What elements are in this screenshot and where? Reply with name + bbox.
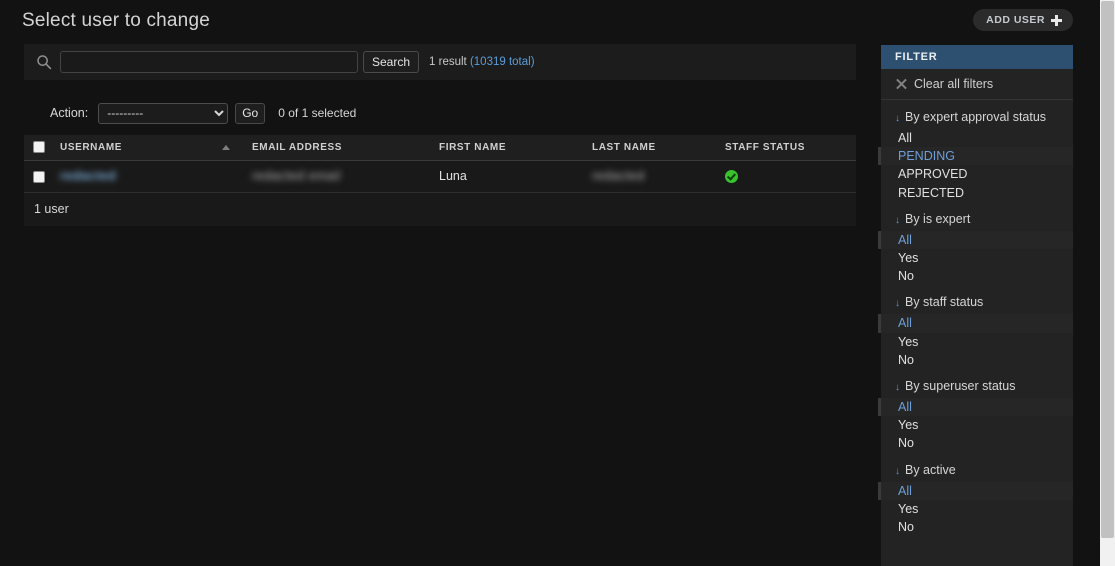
results-table-head: USERNAME EMAIL ADDRESS FIRST NAME LAST N… [24, 135, 856, 161]
column-label-email: EMAIL ADDRESS [252, 141, 343, 153]
filter-choice-all[interactable]: All [878, 398, 1073, 417]
check-circle-icon [725, 170, 738, 184]
filter-choice-list: All Yes No [878, 314, 1073, 369]
filter-group-title[interactable]: ↓ By superuser status [881, 379, 1073, 398]
filter-choice-yes[interactable]: Yes [878, 416, 1073, 434]
arrow-down-icon: ↓ [895, 214, 900, 226]
select-all-checkbox[interactable] [33, 141, 45, 154]
filter-sidebar: FILTER Clear all filters ↓ By expert app… [878, 45, 1073, 566]
column-label-last-name: LAST NAME [592, 141, 656, 153]
results-table-body: redacted redacted email Luna redacted [24, 160, 856, 193]
filter-choice-no[interactable]: No [878, 351, 1073, 369]
sort-ascending-icon[interactable] [222, 145, 230, 151]
row-select-cell[interactable] [24, 160, 52, 193]
clear-all-filters-label: Clear all filters [914, 77, 994, 91]
filter-choice-no[interactable]: No [878, 434, 1073, 452]
action-counter: 0 of 1 selected [278, 106, 357, 120]
filter-choice-pending[interactable]: PENDING [878, 147, 1073, 166]
filter-group-expert-approval-status: ↓ By expert approval status All PENDING … [878, 100, 1073, 202]
action-go-button[interactable]: Go [235, 102, 266, 124]
filter-choice-all[interactable]: All [878, 230, 1073, 250]
arrow-down-icon: ↓ [895, 382, 900, 394]
content-main: Search 1 result (10319 total) Action: --… [24, 44, 856, 226]
filter-choice-rejected[interactable]: REJECTED [878, 184, 1073, 202]
search-submit-button[interactable]: Search [363, 51, 420, 73]
object-tools: ADD USER [973, 9, 1073, 31]
filter-group-superuser-status: ↓ By superuser status All Yes No [878, 369, 1073, 453]
plus-icon [1051, 14, 1062, 26]
arrow-down-icon: ↓ [895, 465, 900, 477]
action-select[interactable]: --------- [98, 102, 229, 124]
column-header-select-all[interactable] [24, 135, 52, 161]
search-result-count: 1 result (10319 total) [429, 56, 535, 68]
filter-choice-all[interactable]: All [878, 314, 1073, 333]
column-header-username[interactable]: USERNAME [52, 135, 244, 161]
filter-title: FILTER [881, 45, 1073, 69]
filter-choice-no[interactable]: No [878, 518, 1073, 536]
column-label-first-name: FIRST NAME [439, 141, 507, 153]
add-user-button[interactable]: ADD USER [973, 9, 1073, 31]
filter-choice-approved[interactable]: APPROVED [878, 165, 1073, 183]
last-name-value: redacted [592, 169, 645, 183]
x-icon [895, 78, 907, 90]
filter-group-title[interactable]: ↓ By active [881, 463, 1073, 482]
filter-group-title[interactable]: ↓ By staff status [881, 295, 1073, 314]
filter-group-title[interactable]: ↓ By is expert [881, 212, 1073, 231]
filter-group-label: By staff status [905, 295, 984, 310]
search-bar: Search 1 result (10319 total) [24, 44, 856, 80]
clear-all-filters-button[interactable]: Clear all filters [881, 69, 1073, 100]
table-header-row: USERNAME EMAIL ADDRESS FIRST NAME LAST N… [24, 135, 856, 161]
page-title: Select user to change [22, 10, 210, 31]
filter-choice-yes[interactable]: Yes [878, 500, 1073, 518]
filter-choice-all[interactable]: All [878, 481, 1073, 500]
page-header: Select user to change ADD USER [0, 0, 1100, 44]
table-row: redacted redacted email Luna redacted [24, 160, 856, 193]
filter-choice-yes[interactable]: Yes [878, 333, 1073, 351]
filter-choice-list: All PENDING APPROVED REJECTED [878, 129, 1073, 202]
arrow-down-icon: ↓ [895, 298, 900, 310]
cell-staff-status [717, 160, 856, 193]
page-scrollbar-thumb[interactable] [1101, 1, 1114, 538]
filter-choice-yes[interactable]: Yes [878, 249, 1073, 267]
add-user-label: ADD USER [986, 14, 1045, 26]
filter-group-active: ↓ By active All Yes No [878, 453, 1073, 537]
filter-choice-no[interactable]: No [878, 267, 1073, 285]
filter-choice-list: All Yes No [878, 481, 1073, 537]
column-label-staff-status: STAFF STATUS [725, 141, 805, 153]
filter-group-label: By expert approval status [905, 110, 1047, 124]
cell-username[interactable]: redacted [52, 160, 244, 193]
column-header-first-name[interactable]: FIRST NAME [431, 135, 584, 161]
filter-group-is-expert: ↓ By is expert All Yes No [878, 202, 1073, 286]
filter-group-label: By active [905, 462, 956, 477]
filter-group-title[interactable]: ↓ By expert approval status [881, 110, 1073, 129]
filter-choice-list: All Yes No [878, 398, 1073, 453]
column-header-email[interactable]: EMAIL ADDRESS [244, 135, 431, 161]
column-header-last-name[interactable]: LAST NAME [584, 135, 717, 161]
column-header-staff-status[interactable]: STAFF STATUS [717, 135, 856, 161]
filter-group-label: By superuser status [905, 379, 1016, 394]
filter-group-staff-status: ↓ By staff status All Yes No [878, 285, 1073, 369]
actions-row: Action: --------- Go 0 of 1 selected [24, 101, 856, 125]
arrow-down-icon: ↓ [895, 113, 900, 124]
filter-choice-list: All Yes No [878, 230, 1073, 286]
results-table: USERNAME EMAIL ADDRESS FIRST NAME LAST N… [24, 135, 856, 193]
page-scrollbar[interactable] [1100, 0, 1115, 566]
search-icon [36, 54, 52, 70]
action-label: Action: [50, 106, 89, 120]
paginator: 1 user [24, 192, 856, 226]
row-select-checkbox[interactable] [33, 170, 45, 183]
column-label-username: USERNAME [60, 141, 123, 153]
filter-group-label: By is expert [905, 211, 971, 226]
email-value: redacted email [252, 169, 341, 183]
result-count-text: 1 result [429, 56, 467, 68]
total-count-link[interactable]: (10319 total) [470, 56, 535, 68]
filter-choice-all[interactable]: All [878, 129, 1073, 147]
cell-email: redacted email [244, 160, 431, 193]
changelist-page: Select user to change ADD USER Search 1 … [0, 0, 1115, 566]
cell-first-name: Luna [431, 160, 584, 193]
username-link[interactable]: redacted [60, 169, 116, 183]
cell-last-name: redacted [584, 160, 717, 193]
search-input[interactable] [60, 51, 358, 73]
